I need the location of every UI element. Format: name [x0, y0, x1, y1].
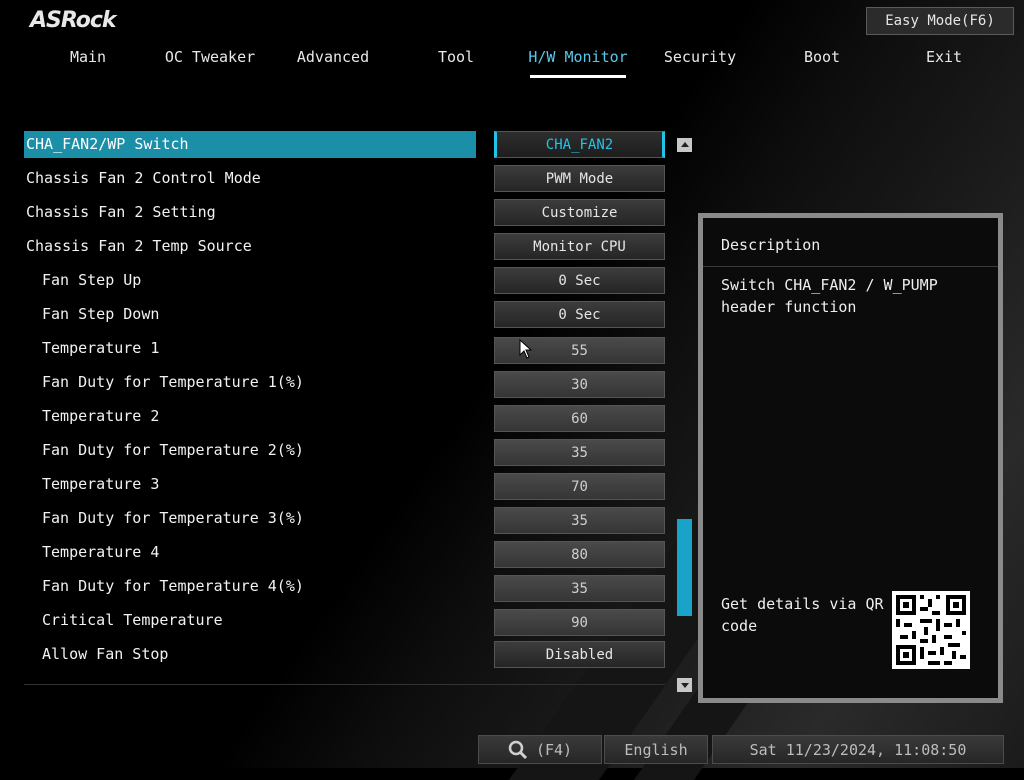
active-tab-underline: [530, 75, 626, 78]
mouse-cursor-icon: [519, 338, 533, 363]
setting-value-critical-temperature[interactable]: 90: [494, 609, 665, 636]
tab-boot[interactable]: Boot: [762, 48, 882, 78]
setting-label-allow-fan-stop[interactable]: Allow Fan Stop: [42, 645, 168, 663]
easy-mode-button[interactable]: Easy Mode(F6): [866, 7, 1014, 35]
list-divider: [24, 684, 665, 685]
setting-value-temperature-3[interactable]: 70: [494, 473, 665, 500]
qr-code-icon: [892, 591, 970, 669]
setting-value-temperature-2[interactable]: 60: [494, 405, 665, 432]
setting-label-temp-source[interactable]: Chassis Fan 2 Temp Source: [26, 237, 252, 255]
tab-tool[interactable]: Tool: [396, 48, 516, 78]
setting-label-control-mode[interactable]: Chassis Fan 2 Control Mode: [26, 169, 261, 187]
setting-value-fan-duty-4[interactable]: 35: [494, 575, 665, 602]
setting-value-temperature-4[interactable]: 80: [494, 541, 665, 568]
setting-value-fan-duty-2[interactable]: 35: [494, 439, 665, 466]
setting-label-temperature-4[interactable]: Temperature 4: [42, 543, 159, 561]
setting-value-fan-duty-1[interactable]: 30: [494, 371, 665, 398]
setting-value-fan-step-up[interactable]: 0 Sec: [494, 267, 665, 294]
asrock-logo: ASRock: [30, 8, 117, 33]
setting-value-fan-setting[interactable]: Customize: [494, 199, 665, 226]
setting-value-allow-fan-stop[interactable]: Disabled: [494, 641, 665, 668]
tab-oc-tweaker[interactable]: OC Tweaker: [150, 48, 270, 78]
setting-label-fan-duty-2[interactable]: Fan Duty for Temperature 2(%): [42, 441, 304, 459]
search-icon: [508, 740, 528, 760]
setting-label-fan-step-up[interactable]: Fan Step Up: [42, 271, 141, 289]
tab-advanced[interactable]: Advanced: [273, 48, 393, 78]
qr-code-caption: Get details via QR code: [721, 595, 884, 635]
tab-main[interactable]: Main: [28, 48, 148, 78]
setting-label-fan-duty-1[interactable]: Fan Duty for Temperature 1(%): [42, 373, 304, 391]
scrollbar-thumb[interactable]: [677, 519, 692, 616]
setting-value-fan-step-down[interactable]: 0 Sec: [494, 301, 665, 328]
setting-label-temperature-2[interactable]: Temperature 2: [42, 407, 159, 425]
setting-label-fan-duty-4[interactable]: Fan Duty for Temperature 4(%): [42, 577, 304, 595]
tab-security[interactable]: Security: [640, 48, 760, 78]
setting-value-control-mode[interactable]: PWM Mode: [494, 165, 665, 192]
tab-hw-monitor[interactable]: H/W Monitor: [518, 48, 638, 78]
setting-label-temperature-3[interactable]: Temperature 3: [42, 475, 159, 493]
tab-exit[interactable]: Exit: [884, 48, 1004, 78]
description-text: Switch CHA_FAN2 / W_PUMP header function: [721, 276, 938, 316]
datetime-display: Sat 11/23/2024, 11:08:50: [712, 735, 1004, 764]
setting-label-fan-setting[interactable]: Chassis Fan 2 Setting: [26, 203, 216, 221]
description-divider: [703, 266, 998, 267]
scroll-down-icon[interactable]: [677, 678, 692, 692]
search-key-label: (F4): [535, 740, 573, 759]
setting-value-fan-duty-3[interactable]: 35: [494, 507, 665, 534]
description-title: Description: [721, 236, 821, 254]
setting-value-cha-fan2-wp-switch[interactable]: CHA_FAN2: [494, 131, 665, 158]
setting-label-fan-step-down[interactable]: Fan Step Down: [42, 305, 159, 323]
setting-label-cha-fan2-wp-switch[interactable]: CHA_FAN2/WP Switch: [26, 135, 189, 153]
setting-label-fan-duty-3[interactable]: Fan Duty for Temperature 3(%): [42, 509, 304, 527]
setting-label-temperature-1[interactable]: Temperature 1: [42, 339, 159, 357]
setting-label-critical-temperature[interactable]: Critical Temperature: [42, 611, 223, 629]
scroll-up-icon[interactable]: [677, 138, 692, 152]
description-panel: Description Switch CHA_FAN2 / W_PUMP hea…: [698, 213, 1003, 703]
search-button[interactable]: (F4): [478, 735, 602, 764]
setting-value-temp-source[interactable]: Monitor CPU: [494, 233, 665, 260]
language-button[interactable]: English: [604, 735, 708, 764]
main-nav: Main OC Tweaker Advanced Tool H/W Monito…: [0, 48, 1024, 78]
